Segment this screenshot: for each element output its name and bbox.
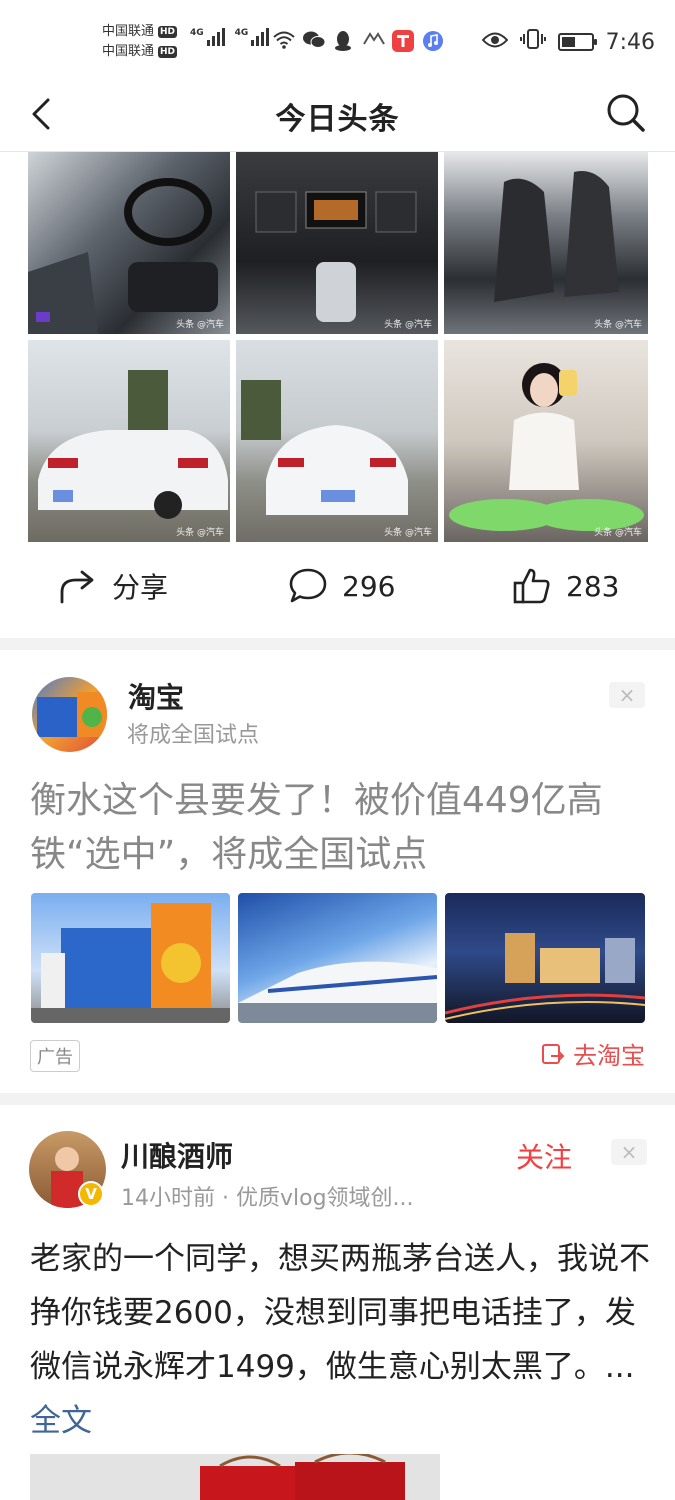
moutai-photo[interactable] — [30, 1454, 440, 1500]
hd-badge: HD — [158, 26, 178, 38]
post-body: 老家的一个同学，想买两瓶茅台送人，我说不挣你钱要2600，没想到同事把电话挂了，… — [30, 1241, 650, 1385]
comment-count: 296 — [342, 569, 396, 603]
share-icon — [60, 570, 94, 604]
dismiss-button[interactable]: × — [609, 682, 645, 708]
search-icon[interactable] — [605, 92, 647, 134]
qq-icon — [332, 30, 354, 52]
signal-icon: 4G — [190, 28, 225, 46]
car-interior-photo[interactable]: 头条 @汽车 — [28, 152, 230, 334]
top-nav-bar: 今日头条 — [0, 80, 675, 152]
goto-label: 去淘宝 — [573, 1042, 645, 1070]
walmart-store-photo[interactable] — [31, 893, 230, 1023]
ad-tag: 广告 — [30, 1040, 80, 1072]
external-link-icon — [542, 1043, 565, 1064]
verified-badge: V — [78, 1181, 104, 1207]
battery-icon — [557, 33, 597, 51]
share-label: 分享 — [112, 571, 169, 604]
comment-icon — [289, 568, 327, 603]
eye-icon — [481, 30, 508, 55]
follow-button[interactable]: 关注 — [516, 1136, 572, 1176]
post-action-bar: 分享 296 283 — [0, 548, 675, 628]
feed-divider — [0, 638, 675, 650]
car-console-photo[interactable]: 头条 @汽车 — [236, 152, 438, 334]
ad-headline[interactable]: 衡水这个县要发了！被价值449亿高铁“选中”，将成全国试点 — [30, 774, 650, 882]
post-meta: 14小时前 · 优质vlog领域创... — [121, 1186, 414, 1211]
carrier-info: 中国联通 HD 中国联通 HD — [102, 22, 178, 62]
goto-taobao-button[interactable]: 去淘宝 — [541, 1036, 645, 1071]
ad-account-name[interactable]: 淘宝 — [128, 676, 184, 716]
dismiss-button[interactable]: × — [611, 1139, 647, 1165]
woman-selfie-photo[interactable]: 头条 @汽车 — [444, 340, 648, 542]
music-app-icon — [422, 30, 444, 52]
like-button[interactable]: 283 — [512, 566, 619, 606]
wechat-icon — [302, 30, 326, 52]
like-count: 283 — [566, 569, 620, 603]
car-rear-photo[interactable]: 头条 @汽车 — [236, 340, 438, 542]
hd-badge: HD — [158, 46, 178, 58]
post-text[interactable]: 老家的一个同学，想买两瓶茅台送人，我说不挣你钱要2600，没想到同事把电话挂了，… — [30, 1232, 650, 1448]
vibrate-icon — [519, 28, 546, 56]
high-speed-train-photo[interactable] — [238, 893, 437, 1023]
clock-time: 7:46 — [605, 29, 655, 55]
car-seats-photo[interactable]: 头条 @汽车 — [444, 152, 648, 334]
carrier-2: 中国联通 — [102, 44, 155, 59]
wifi-icon — [272, 30, 295, 52]
carrier-1: 中国联通 — [102, 24, 155, 39]
read-more-link[interactable]: 全文 — [30, 1403, 92, 1439]
study-app-icon — [362, 30, 385, 52]
car-rear-left-photo[interactable]: 头条 @汽车 — [28, 340, 230, 542]
share-button[interactable]: 分享 — [58, 566, 168, 606]
city-night-photo[interactable] — [445, 893, 645, 1023]
taobao-avatar[interactable] — [32, 677, 107, 752]
status-bar: 中国联通 HD 中国联通 HD 4G 4G 7:46 — [0, 0, 675, 80]
post-ellipsis: ... — [604, 1349, 635, 1385]
comment-button[interactable]: 296 — [288, 566, 395, 606]
thumbs-up-icon — [513, 568, 550, 604]
ad-account-subtitle: 将成全国试点 — [127, 723, 260, 748]
page-title: 今日头条 — [275, 102, 400, 137]
author-name[interactable]: 川酿酒师 — [121, 1135, 233, 1175]
toutiao-app-icon — [392, 30, 414, 52]
signal-icon: 4G — [235, 28, 270, 46]
feed-divider — [0, 1093, 675, 1105]
